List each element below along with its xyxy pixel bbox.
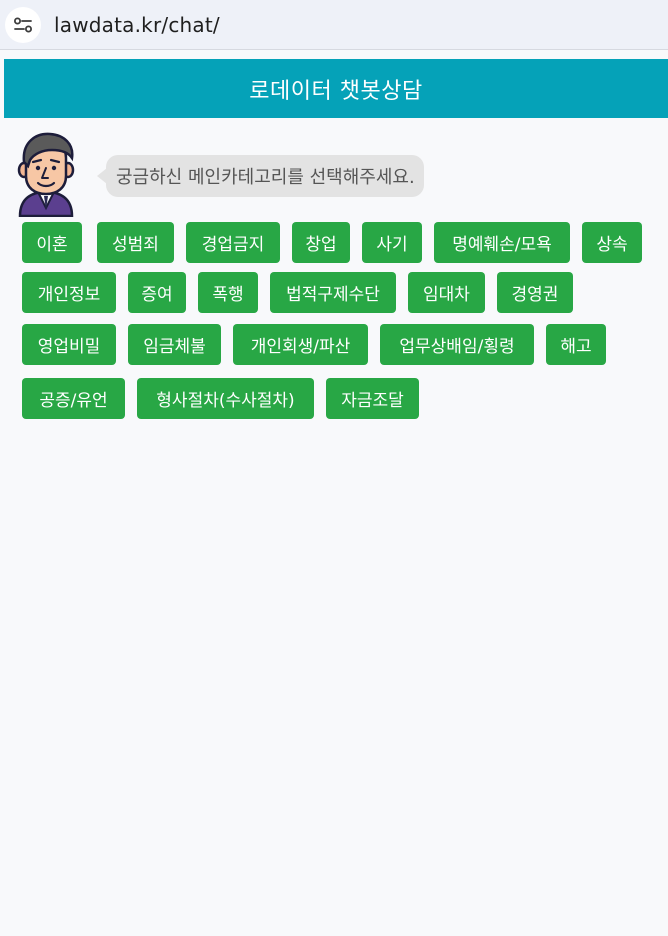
chat-header: 로데이터 챗봇상담: [4, 59, 668, 118]
category-button[interactable]: 경업금지: [186, 222, 280, 263]
category-button[interactable]: 임대차: [408, 272, 485, 313]
site-info-button[interactable]: [5, 7, 41, 43]
chat-page: 로데이터 챗봇상담 궁금하신 메인카테고리를 선택해주세요. 이혼 성범죄 경업…: [4, 59, 668, 936]
category-button[interactable]: 증여: [128, 272, 186, 313]
bot-avatar-icon: [17, 132, 75, 218]
category-button[interactable]: 개인정보: [22, 272, 116, 313]
category-button[interactable]: 성범죄: [97, 222, 174, 263]
category-button[interactable]: 경영권: [497, 272, 573, 313]
category-button[interactable]: 영업비밀: [22, 324, 116, 365]
category-button[interactable]: 자금조달: [326, 378, 419, 419]
category-button[interactable]: 임금체불: [128, 324, 221, 365]
page-title: 로데이터 챗봇상담: [249, 78, 423, 104]
tune-icon: [14, 17, 32, 33]
category-button[interactable]: 이혼: [22, 222, 82, 263]
category-button[interactable]: 해고: [546, 324, 606, 365]
category-button[interactable]: 개인회생/파산: [233, 324, 368, 365]
bot-message-text: 궁금하신 메인카테고리를 선택해주세요.: [116, 167, 415, 188]
category-button[interactable]: 폭행: [198, 272, 258, 313]
category-button[interactable]: 명예훼손/모욕: [434, 222, 570, 263]
category-button[interactable]: 법적구제수단: [270, 272, 396, 313]
category-button[interactable]: 상속: [582, 222, 642, 263]
category-button[interactable]: 형사절차(수사절차): [137, 378, 314, 419]
category-button[interactable]: 사기: [362, 222, 422, 263]
bot-avatar: [16, 132, 76, 218]
browser-toolbar: lawdata.kr/chat/: [0, 0, 668, 50]
bot-message-bubble: 궁금하신 메인카테고리를 선택해주세요.: [97, 155, 424, 197]
category-button[interactable]: 공증/유언: [22, 378, 125, 419]
address-bar[interactable]: lawdata.kr/chat/: [54, 13, 220, 37]
category-button[interactable]: 창업: [292, 222, 350, 263]
category-button[interactable]: 업무상배임/횡령: [380, 324, 534, 365]
